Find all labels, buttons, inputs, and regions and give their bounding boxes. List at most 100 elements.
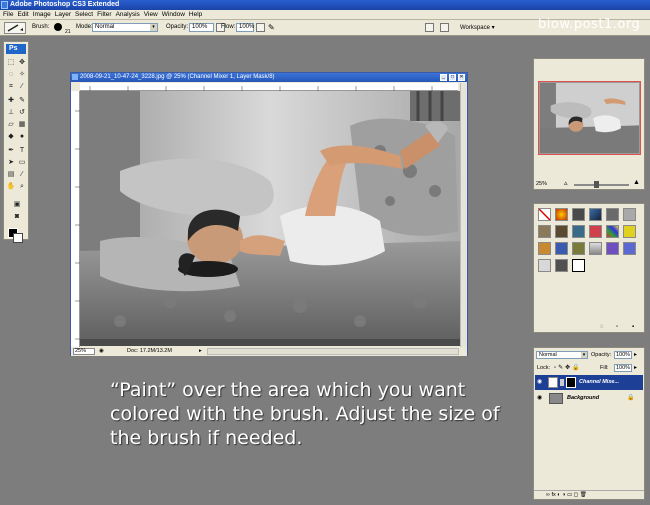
menu-image[interactable]: Image bbox=[31, 10, 53, 20]
style-swatch[interactable] bbox=[572, 208, 585, 221]
style-swatch[interactable] bbox=[606, 242, 619, 255]
style-swatch-none[interactable] bbox=[538, 208, 551, 221]
eraser-tool-icon[interactable]: ▱ bbox=[6, 120, 16, 130]
minimize-button[interactable]: _ bbox=[440, 74, 447, 81]
slice-tool-icon[interactable]: ⁄ bbox=[17, 82, 27, 92]
delete-style-icon[interactable]: ▪ bbox=[632, 324, 634, 330]
zoom-out-icon[interactable]: ▵ bbox=[564, 179, 568, 187]
layer-name[interactable]: Channel Mixe... bbox=[579, 375, 619, 390]
style-swatch[interactable] bbox=[623, 225, 636, 238]
gradient-tool-icon[interactable]: ▦ bbox=[17, 120, 27, 130]
layer-actions-icons[interactable]: ∞ fx ◐ ◑ ▭ ◻ 🗑 bbox=[546, 491, 587, 500]
zoom-tool-icon[interactable]: ⌕ bbox=[17, 182, 27, 192]
status-icon[interactable]: ◉ bbox=[99, 347, 104, 356]
style-swatch[interactable] bbox=[589, 208, 602, 221]
new-style-icon[interactable]: ◌ bbox=[600, 324, 604, 330]
shape-tool-icon[interactable]: ▭ bbox=[17, 158, 27, 168]
eyedropper-tool-icon[interactable]: ⁄ bbox=[17, 170, 27, 180]
tool-preset-picker[interactable] bbox=[4, 22, 26, 34]
notes-tool-icon[interactable]: ▤ bbox=[6, 170, 16, 180]
path-selection-tool-icon[interactable]: ➤ bbox=[6, 158, 16, 168]
blur-tool-icon[interactable]: ◆ bbox=[6, 132, 16, 142]
layer-row-channel-mixer[interactable]: ◉ Channel Mixe... bbox=[535, 375, 643, 390]
menu-select[interactable]: Select bbox=[73, 10, 95, 20]
create-style-icon[interactable]: ▫ bbox=[616, 324, 618, 330]
menu-file[interactable]: File bbox=[0, 10, 15, 20]
file-browser-icon[interactable] bbox=[425, 23, 434, 32]
pen-tool-icon[interactable]: ✒ bbox=[6, 146, 16, 156]
eye-icon[interactable]: ◉ bbox=[537, 395, 544, 402]
image-canvas[interactable] bbox=[80, 91, 460, 346]
crop-tool-icon[interactable]: ⌗ bbox=[6, 82, 16, 92]
style-swatch[interactable] bbox=[555, 242, 568, 255]
blend-mode-select[interactable]: Normal ▾ bbox=[536, 351, 588, 359]
vertical-scrollbar[interactable] bbox=[460, 83, 467, 347]
menu-help[interactable]: Help bbox=[187, 10, 204, 20]
style-swatch[interactable] bbox=[538, 259, 551, 272]
layer-row-background[interactable]: ◉ Background 🔒 bbox=[535, 391, 643, 406]
style-swatch[interactable] bbox=[538, 242, 551, 255]
document-titlebar[interactable]: 2008-09-21_10-47-24_3228.jpg @ 25% (Chan… bbox=[71, 73, 467, 82]
navigator-zoom[interactable]: 25% bbox=[536, 181, 547, 187]
screen-mode-icon[interactable]: ▣ bbox=[12, 200, 22, 210]
healing-brush-tool-icon[interactable]: ✚ bbox=[6, 96, 16, 106]
horizontal-scrollbar[interactable] bbox=[207, 348, 459, 355]
flow-slider-icon[interactable] bbox=[256, 23, 265, 32]
menu-layer[interactable]: Layer bbox=[53, 10, 73, 20]
menu-view[interactable]: View bbox=[142, 10, 160, 20]
quick-mask-icon[interactable]: ◙ bbox=[12, 212, 22, 222]
style-swatch[interactable] bbox=[623, 242, 636, 255]
opacity-field[interactable]: 100% bbox=[189, 23, 214, 32]
hand-tool-icon[interactable]: ✋ bbox=[6, 182, 16, 192]
layer-mask-thumbnail[interactable] bbox=[566, 377, 576, 388]
move-tool-icon[interactable]: ✥ bbox=[17, 58, 27, 68]
maximize-button[interactable]: □ bbox=[449, 74, 456, 81]
fill-dropdown-icon[interactable]: ▸ bbox=[634, 364, 637, 371]
navigator-zoom-knob[interactable] bbox=[594, 181, 599, 188]
dodge-tool-icon[interactable]: ● bbox=[17, 132, 27, 142]
zoom-in-icon[interactable]: ▲ bbox=[633, 179, 640, 186]
airbrush-icon[interactable]: ✎ bbox=[268, 23, 277, 32]
style-swatch[interactable] bbox=[589, 242, 602, 255]
style-swatch[interactable] bbox=[572, 225, 585, 238]
clone-stamp-tool-icon[interactable]: ⊥ bbox=[6, 108, 16, 118]
style-swatch[interactable] bbox=[606, 208, 619, 221]
menu-edit[interactable]: Edit bbox=[15, 10, 30, 20]
menu-window[interactable]: Window bbox=[160, 10, 187, 20]
background-color-swatch[interactable] bbox=[13, 233, 23, 243]
menu-filter[interactable]: Filter bbox=[95, 10, 113, 20]
layer-opacity-field[interactable]: 100% bbox=[614, 351, 632, 359]
lock-icons[interactable]: ▫✎✥🔒 bbox=[554, 364, 582, 371]
flow-field[interactable]: 100% bbox=[236, 23, 254, 32]
style-swatch[interactable] bbox=[606, 225, 619, 238]
fill-field[interactable]: 100% bbox=[614, 364, 632, 372]
close-button[interactable]: ✕ bbox=[458, 74, 465, 81]
opacity-dropdown-icon[interactable]: ▸ bbox=[634, 351, 637, 358]
workspace-menu[interactable]: Workspace ▾ bbox=[460, 24, 495, 31]
menu-analysis[interactable]: Analysis bbox=[114, 10, 142, 20]
history-brush-tool-icon[interactable]: ↺ bbox=[17, 108, 27, 118]
zoom-field[interactable]: 25% bbox=[73, 348, 95, 355]
style-swatch[interactable] bbox=[555, 225, 568, 238]
marquee-tool-icon[interactable]: ⬚ bbox=[6, 58, 16, 68]
layer-name[interactable]: Background bbox=[567, 391, 599, 406]
eye-icon[interactable]: ◉ bbox=[537, 379, 544, 386]
type-tool-icon[interactable]: T bbox=[17, 146, 27, 156]
style-swatch[interactable] bbox=[555, 208, 568, 221]
brush-preview-icon[interactable] bbox=[54, 23, 62, 31]
lasso-tool-icon[interactable]: ◌ bbox=[6, 70, 16, 80]
style-swatch[interactable] bbox=[623, 208, 636, 221]
brush-tool-icon[interactable]: ✎ bbox=[17, 96, 27, 106]
style-swatch[interactable] bbox=[538, 225, 551, 238]
style-swatch[interactable] bbox=[555, 259, 568, 272]
document-window[interactable]: 2008-09-21_10-47-24_3228.jpg @ 25% (Chan… bbox=[70, 72, 468, 356]
style-swatch[interactable] bbox=[572, 242, 585, 255]
magic-wand-tool-icon[interactable]: ✧ bbox=[17, 70, 27, 80]
status-menu-icon[interactable]: ▸ bbox=[199, 347, 202, 356]
mode-select[interactable]: Normal ▾ bbox=[92, 23, 158, 32]
style-swatch[interactable] bbox=[589, 225, 602, 238]
palette-well-icon[interactable] bbox=[440, 23, 449, 32]
navigator-zoom-slider[interactable] bbox=[574, 184, 629, 186]
style-swatch-selected[interactable] bbox=[572, 259, 585, 272]
navigator-view-box[interactable] bbox=[538, 81, 641, 155]
